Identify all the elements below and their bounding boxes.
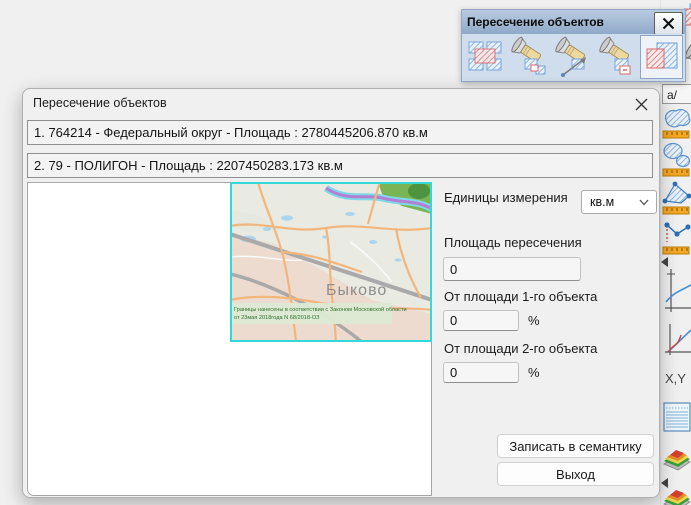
object1-info-row[interactable]: 1. 764214 - Федеральный округ - Площадь …: [27, 120, 653, 145]
text-a-label: a/: [667, 88, 678, 102]
intersect-two-icon: [644, 40, 680, 74]
from-area2-input[interactable]: [443, 362, 519, 383]
from-area1-percent-sign: %: [528, 313, 540, 328]
map-panel: Быково Границы нанесены в соответствии с…: [27, 182, 432, 496]
dialog-close-button[interactable]: [631, 94, 651, 114]
chevron-down-icon: [639, 199, 649, 206]
map-image: Быково Границы нанесены в соответствии с…: [230, 182, 432, 342]
tool-intersect-grid-button[interactable]: [464, 36, 506, 78]
close-icon: [635, 98, 648, 111]
graph-profile-icon[interactable]: [664, 266, 691, 318]
from-area2-percent-sign: %: [528, 365, 540, 380]
tool-search-line-button[interactable]: [550, 36, 592, 78]
toolbar-tools-row: [462, 34, 685, 81]
tool-intersect-two-button[interactable]: [640, 35, 683, 79]
intersection-area-label: Площадь пересечения: [444, 235, 582, 250]
tool-search-rect-button[interactable]: [594, 36, 636, 78]
map-attribution-line2: от 23мая 2018года N 68/2018-ОЗ: [234, 315, 320, 321]
close-icon: [662, 17, 675, 30]
units-label: Единицы измерения: [444, 190, 568, 205]
xy-coordinates-icon[interactable]: X,Y: [664, 363, 691, 395]
surface-3d-icon[interactable]: [662, 442, 691, 474]
graph-slope-icon[interactable]: [664, 322, 691, 360]
text-a-icon[interactable]: a/: [662, 84, 691, 104]
object2-info-row[interactable]: 2. 79 - ПОЛИГОН - Площадь : 2207450283.1…: [27, 153, 653, 178]
toolbar-titlebar[interactable]: Пересечение объектов: [462, 10, 685, 34]
exit-button[interactable]: Выход: [497, 462, 654, 486]
measure-objects-icon[interactable]: [662, 142, 691, 178]
notebook-icon[interactable]: [662, 400, 691, 436]
write-to-semantics-button[interactable]: Записать в семантику: [497, 434, 654, 458]
from-area1-input[interactable]: [443, 310, 519, 331]
from-area2-label: От площади 2-го объекта: [444, 341, 597, 356]
search-rect-icon: [595, 36, 635, 78]
surface-3d-icon[interactable]: [662, 490, 691, 505]
map-view[interactable]: Быково Границы нанесены в соответствии с…: [230, 182, 432, 342]
intersection-dialog: Пересечение объектов 1. 764214 - Федерал…: [22, 88, 660, 498]
from-area1-label: От площади 1-го объекта: [444, 289, 597, 304]
xy-label: X,Y: [665, 371, 686, 386]
measure-polyline-icon[interactable]: [662, 218, 691, 256]
intersect-grid-icon: [466, 39, 504, 75]
intersection-area-input[interactable]: [443, 257, 581, 281]
measure-area-icon[interactable]: [662, 106, 691, 140]
search-object-icon: [507, 36, 547, 78]
toolbar-close-button[interactable]: [654, 12, 683, 35]
units-dropdown[interactable]: кв.м: [581, 190, 657, 214]
measure-polygon-icon[interactable]: [662, 180, 691, 216]
tool-search-object-button[interactable]: [506, 36, 548, 78]
intersection-toolbar: Пересечение объектов: [461, 9, 686, 82]
units-value: кв.м: [590, 195, 614, 209]
map-attribution-line1: Границы нанесены в соответствии с Законо…: [234, 306, 407, 313]
dialog-title: Пересечение объектов: [33, 96, 167, 110]
search-line-icon: [551, 36, 591, 78]
collapse-arrow-icon[interactable]: [661, 478, 669, 488]
map-town-label: Быково: [326, 282, 387, 299]
toolbar-title: Пересечение объектов: [467, 15, 604, 29]
